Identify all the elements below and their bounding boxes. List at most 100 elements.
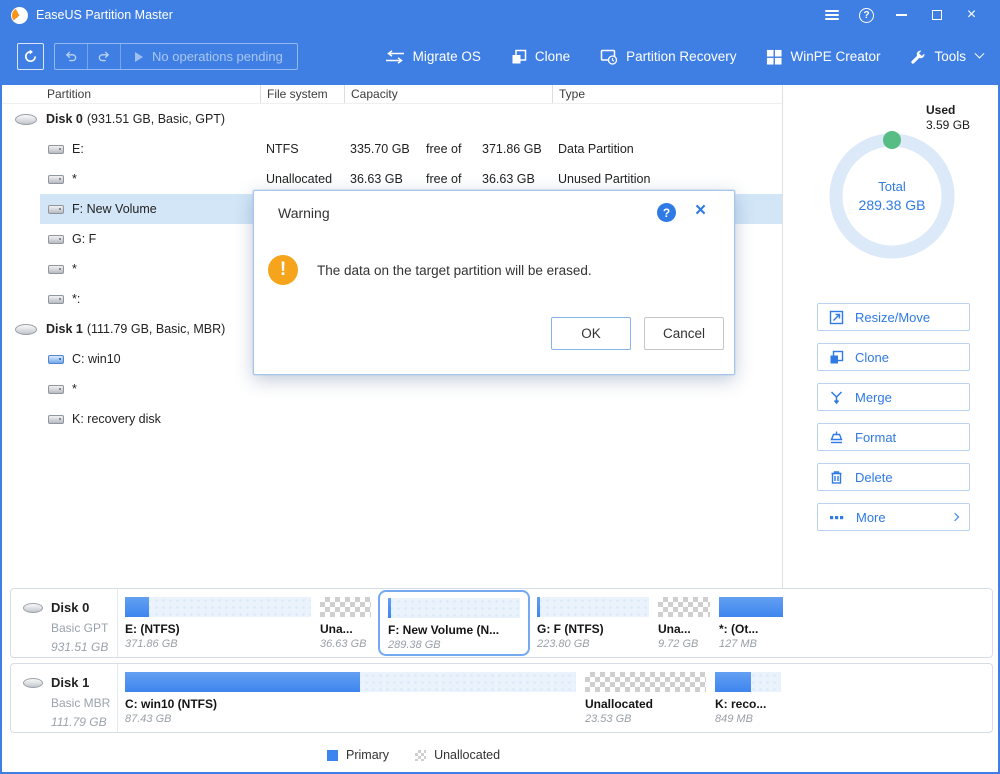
clone-button[interactable]: Clone	[511, 49, 570, 65]
table-row-e[interactable]: E: NTFS 335.70 GBfree of371.86 GB Data P…	[2, 134, 782, 164]
refresh-button[interactable]	[17, 43, 44, 70]
partition-icon	[48, 265, 64, 274]
clone-icon	[511, 49, 527, 65]
menu-button[interactable]	[814, 2, 849, 28]
partition-recovery-button[interactable]: Partition Recovery	[600, 49, 736, 65]
disk0-partitions: E: (NTFS) 371.86 GB Una... 36.63 GB F: New V…	[123, 593, 785, 653]
primary-swatch-icon	[327, 750, 338, 761]
partition-usage-bar	[125, 597, 311, 617]
undo-icon	[64, 50, 78, 64]
header-partition: Partition	[2, 87, 260, 101]
ok-button[interactable]: OK	[551, 317, 631, 350]
partition-label: K: reco...	[715, 697, 781, 711]
delete-button[interactable]: Delete	[817, 463, 970, 491]
app-window: EaseUS Partition Master ? × No operation…	[0, 0, 1000, 774]
partition-label: F: New Volume (N...	[388, 623, 520, 637]
disk0-info[interactable]: Disk 0 Basic GPT 931.51 GB	[11, 589, 118, 657]
chevron-down-icon	[975, 49, 985, 59]
partition-label: Una...	[658, 622, 710, 636]
operation-group: No operations pending	[54, 43, 298, 70]
partition-block[interactable]: C: win10 (NTFS)87.43 GB	[123, 668, 578, 728]
partition-block[interactable]: Una... 36.63 GB	[318, 593, 373, 653]
warning-icon: !	[268, 255, 298, 285]
partition-icon	[48, 385, 64, 394]
maximize-icon	[932, 10, 942, 20]
partition-block[interactable]: *: (Ot... 127 MB	[717, 593, 785, 653]
undo-button[interactable]	[55, 44, 88, 69]
disk1-info[interactable]: Disk 1 Basic MBR 111.79 GB	[11, 664, 118, 732]
more-button[interactable]: More	[817, 503, 970, 531]
partition-block[interactable]: Unallocated 23.53 GB	[583, 668, 708, 728]
partition-block[interactable]: E: (NTFS) 371.86 GB	[123, 593, 313, 653]
disk1-partitions: C: win10 (NTFS)87.43 GB Unallocated 23.53 …	[123, 668, 783, 728]
partition-size: 223.80 GB	[537, 638, 649, 650]
partition-usage-bar	[388, 598, 520, 618]
table-row-k-recovery[interactable]: K: recovery disk	[2, 404, 782, 434]
app-title: EaseUS Partition Master	[36, 8, 173, 22]
partition-block[interactable]: Una...9.72 GB	[656, 593, 712, 653]
header-file-system: File system	[260, 85, 344, 103]
partition-label: Una...	[320, 622, 371, 636]
maximize-button[interactable]	[919, 2, 954, 28]
hamburger-icon	[825, 10, 839, 20]
partition-icon	[48, 145, 64, 154]
tools-icon	[910, 49, 926, 65]
winpe-creator-icon	[766, 49, 782, 65]
table-row-star3[interactable]: *	[2, 374, 782, 404]
table-header: Partition File system Capacity Type	[2, 85, 782, 104]
partition-label: *: (Ot...	[719, 622, 783, 636]
partition-label: E: (NTFS)	[125, 622, 311, 636]
migrate-os-button[interactable]: Migrate OS	[385, 49, 481, 64]
partition-icon	[48, 205, 64, 214]
header-type: Type	[552, 85, 782, 103]
resize-move-button[interactable]: Resize/Move	[817, 303, 970, 331]
partition-size: 36.63 GB	[320, 638, 371, 650]
unallocated-bar	[320, 597, 371, 617]
partition-size: 23.53 GB	[585, 713, 706, 725]
legend-unallocated: Unallocated	[415, 748, 500, 762]
partition-block[interactable]: F: New Volume (N...289.38 GB	[378, 590, 530, 656]
partition-icon	[48, 415, 64, 424]
disk-icon	[23, 603, 43, 613]
close-button[interactable]: ×	[954, 2, 989, 28]
clone-icon	[829, 350, 844, 365]
unallocated-bar	[658, 597, 710, 617]
dialog-help-icon[interactable]: ?	[657, 203, 676, 222]
right-sidebar: Used 3.59 GB Total 289.38 GB Resize/Move…	[783, 85, 1000, 588]
partition-usage-bar	[719, 597, 783, 617]
title-bar: EaseUS Partition Master ? ×	[2, 2, 998, 28]
partition-usage-bar	[125, 672, 576, 692]
winpe-creator-button[interactable]: WinPE Creator	[766, 49, 880, 65]
close-icon: ×	[967, 7, 976, 23]
partition-block[interactable]: K: reco...849 MB	[713, 668, 783, 728]
partition-icon	[48, 295, 64, 304]
partition-usage-bar	[715, 672, 781, 692]
diskmap-disk1: Disk 1 Basic MBR 111.79 GB C: win10 (NTF…	[10, 663, 993, 733]
tools-button[interactable]: Tools	[910, 49, 983, 65]
help-button[interactable]: ?	[849, 2, 884, 28]
more-icon	[829, 510, 845, 525]
refresh-icon	[23, 49, 38, 64]
minimize-button[interactable]	[884, 2, 919, 28]
disk-icon	[15, 114, 37, 125]
dialog-close-icon[interactable]: ×	[695, 201, 706, 220]
toolbar: No operations pending Migrate OS Clone P…	[2, 28, 998, 85]
redo-button[interactable]	[88, 44, 121, 69]
table-row-disk0[interactable]: Disk 0(931.51 GB, Basic, GPT)	[2, 104, 782, 134]
partition-label: G: F (NTFS)	[537, 622, 649, 636]
minimize-icon	[896, 14, 907, 16]
partition-size: 371.86 GB	[125, 638, 311, 650]
legend-primary: Primary	[327, 748, 389, 762]
cancel-button[interactable]: Cancel	[644, 317, 724, 350]
partition-size: 127 MB	[719, 638, 783, 650]
clone-side-button[interactable]: Clone	[817, 343, 970, 371]
pending-operations-status: No operations pending	[121, 49, 297, 64]
partition-label: Unallocated	[585, 697, 706, 711]
partition-usage-bar	[537, 597, 649, 617]
merge-button[interactable]: Merge	[817, 383, 970, 411]
warning-dialog: Warning ? × ! The data on the target par…	[253, 190, 735, 375]
partition-recovery-icon	[600, 49, 618, 65]
partition-block[interactable]: G: F (NTFS) 223.80 GB	[535, 593, 651, 653]
format-button[interactable]: Format	[817, 423, 970, 451]
migrate-os-icon	[385, 50, 405, 64]
